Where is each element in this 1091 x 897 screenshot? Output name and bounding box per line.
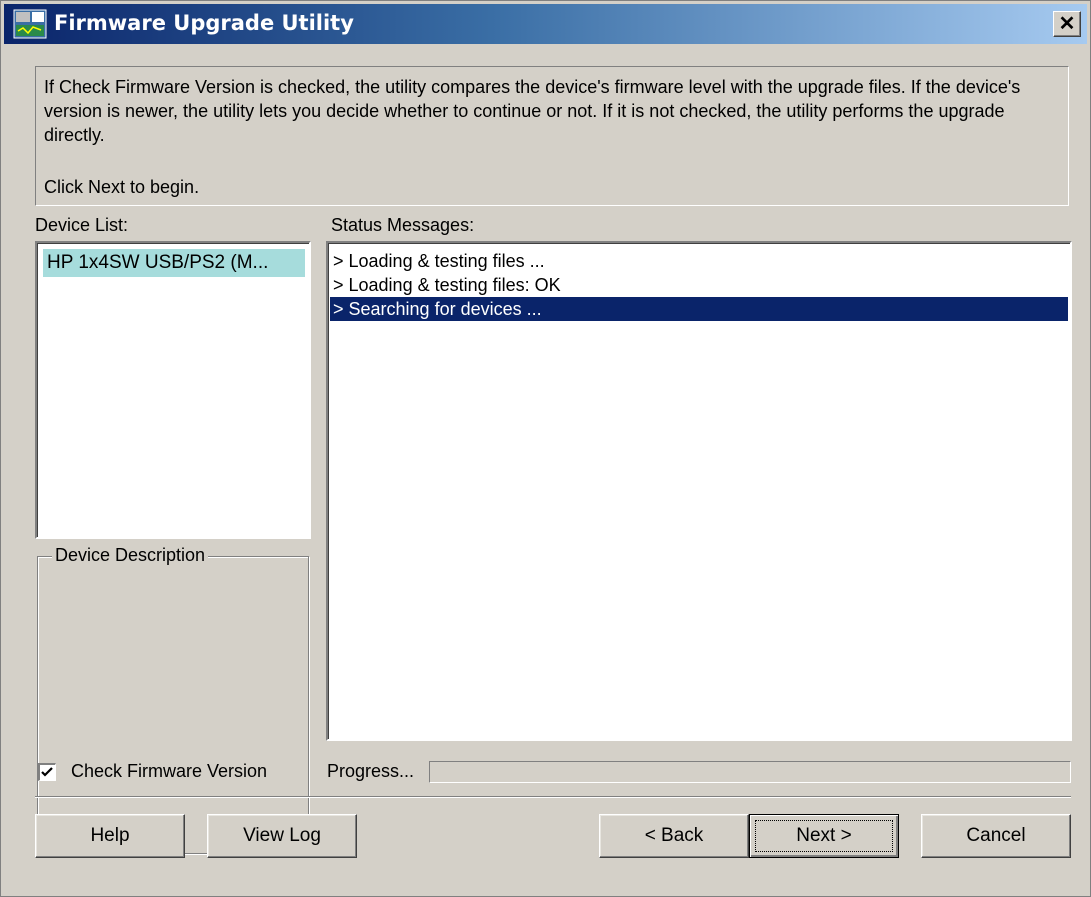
instructions-panel: If Check Firmware Version is checked, th… [35,66,1069,206]
close-button[interactable]: ✕ [1053,11,1081,37]
view-log-button[interactable]: View Log [207,814,357,858]
status-line-selected[interactable]: > Searching for devices ... [330,297,1068,321]
device-list-label: Device List: [35,215,129,235]
help-button[interactable]: Help [35,814,185,858]
status-line[interactable]: > Loading & testing files ... [330,249,1068,273]
checkmark-icon [41,767,53,777]
window-title: Firmware Upgrade Utility [54,11,354,35]
device-description-label: Device Description [52,545,209,566]
focus-ring [755,820,893,852]
status-messages-list[interactable]: > Loading & testing files ... > Loading … [326,241,1072,741]
back-button[interactable]: < Back [599,814,749,858]
instructions-text: If Check Firmware Version is checked, th… [44,77,1021,145]
cancel-button[interactable]: Cancel [921,814,1071,858]
progress-label: Progress... [327,761,415,781]
firmware-utility-icon [13,9,47,39]
status-messages-label: Status Messages: [331,215,475,235]
device-description-group: Device Description [37,545,309,854]
progress-bar [429,761,1071,783]
next-button[interactable]: Next > [749,814,899,858]
check-firmware-checkbox[interactable] [38,763,56,781]
firmware-upgrade-window: Firmware Upgrade Utility ✕ If Check Firm… [0,0,1091,897]
status-line[interactable]: > Loading & testing files: OK [330,273,1068,297]
title-bar[interactable]: Firmware Upgrade Utility ✕ [4,4,1087,44]
check-firmware-label[interactable]: Check Firmware Version [71,761,267,782]
device-list[interactable]: HP 1x4SW USB/PS2 (M... [35,241,311,539]
instructions-hint: Click Next to begin. [44,177,200,197]
separator [35,796,1071,798]
close-icon: ✕ [1058,13,1076,35]
device-list-item[interactable]: HP 1x4SW USB/PS2 (M... [43,249,305,277]
